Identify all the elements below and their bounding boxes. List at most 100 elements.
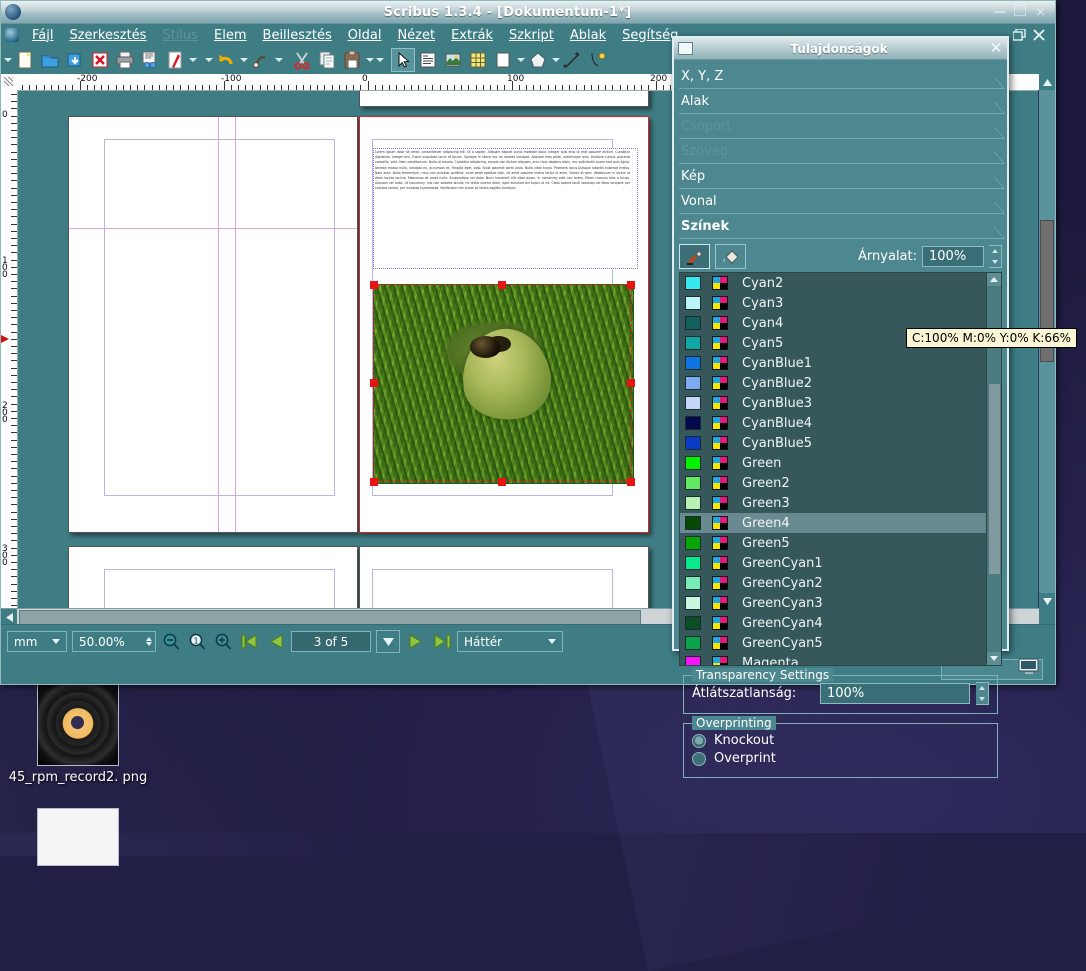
previous-page-icon[interactable] (265, 631, 286, 652)
next-page-icon[interactable] (405, 631, 426, 652)
tint-input[interactable]: 100% (922, 246, 984, 267)
properties-close-button[interactable]: ✕ (985, 41, 1007, 56)
section-xyz[interactable]: X, Y, Z (679, 64, 1006, 89)
menu-ablak[interactable]: Ablak (562, 26, 614, 45)
insert-line-icon[interactable] (561, 48, 585, 72)
menu-oldal[interactable]: Oldal (340, 26, 390, 45)
new-document-icon[interactable] (13, 48, 37, 72)
document-menu-icon[interactable] (5, 28, 19, 42)
cut-icon[interactable] (290, 48, 314, 72)
close-button[interactable]: × (1035, 5, 1046, 20)
toolbar-handle-icon[interactable] (3, 49, 12, 71)
frog-image-frame[interactable] (373, 284, 634, 484)
color-row[interactable]: Cyan2 (680, 273, 1001, 293)
unit-select[interactable]: mm (7, 631, 67, 652)
print-icon[interactable] (113, 48, 137, 72)
menu-beillesztes[interactable]: Beillesztés (255, 26, 340, 45)
minimize-button[interactable] (994, 5, 1006, 20)
undo-icon[interactable] (214, 48, 238, 72)
resize-handle-ne[interactable] (627, 281, 635, 289)
resize-handle-e[interactable] (627, 379, 635, 387)
open-document-icon[interactable] (38, 48, 62, 72)
scroll-left-button[interactable] (1, 609, 17, 625)
menu-elem[interactable]: Elem (206, 26, 255, 45)
color-row[interactable]: GreenCyan2 (680, 573, 1001, 593)
zoom-out-icon[interactable] (161, 631, 182, 652)
color-row[interactable]: CyanBlue3 (680, 393, 1001, 413)
insert-image-frame-icon[interactable] (441, 48, 465, 72)
insert-polygon-dropdown-icon[interactable] (551, 49, 560, 71)
redo-dropdown-icon[interactable] (274, 49, 283, 71)
zoom-100-icon[interactable]: 1 (187, 631, 208, 652)
color-row[interactable]: Green5 (680, 533, 1001, 553)
color-row[interactable]: CyanBlue5 (680, 433, 1001, 453)
insert-table-icon[interactable] (466, 48, 490, 72)
section-vonal[interactable]: Vonal (679, 189, 1006, 214)
section-szinek[interactable]: Színek (679, 214, 1006, 239)
color-row[interactable]: CyanBlue1 (680, 353, 1001, 373)
opacity-spinner[interactable] (976, 682, 989, 705)
tint-spinner[interactable] (989, 245, 1002, 268)
color-list-scroll-down[interactable] (987, 652, 1001, 665)
resize-handle-s[interactable] (498, 478, 506, 486)
maximize-button[interactable] (1014, 4, 1027, 20)
canvas-vertical-scrollbar[interactable] (1038, 90, 1055, 609)
ruler-origin[interactable] (1, 74, 18, 91)
page-left[interactable] (68, 116, 358, 533)
resize-handle-sw[interactable] (370, 478, 378, 486)
resize-handle-n[interactable] (498, 281, 506, 289)
resize-handle-nw[interactable] (370, 281, 378, 289)
resize-handle-w[interactable] (370, 379, 378, 387)
preview-mode-icon[interactable] (1017, 656, 1043, 678)
insert-shape-dropdown-icon[interactable] (516, 49, 525, 71)
desktop-icon-second[interactable] (0, 808, 158, 866)
radio-knockout[interactable]: Knockout (692, 733, 989, 748)
radio-overprint[interactable]: Overprint (692, 751, 989, 766)
redo-icon[interactable] (249, 48, 273, 72)
scroll-up-button[interactable] (1039, 74, 1055, 90)
color-list-scroll-up[interactable] (987, 273, 1001, 286)
color-row[interactable]: Cyan3 (680, 293, 1001, 313)
scroll-down-button[interactable] (1039, 593, 1055, 609)
paste-icon[interactable] (340, 48, 364, 72)
color-row[interactable]: Green3 (680, 493, 1001, 513)
copy-icon[interactable] (315, 48, 339, 72)
section-alak[interactable]: Alak (679, 89, 1006, 114)
color-row[interactable]: Green2 (680, 473, 1001, 493)
close-document-icon[interactable] (88, 48, 112, 72)
color-row[interactable]: GreenCyan1 (680, 553, 1001, 573)
vertical-ruler[interactable]: 0 100 200 300 (1, 90, 18, 609)
section-kep[interactable]: Kép (679, 164, 1006, 189)
opacity-input[interactable]: 100% (820, 683, 970, 704)
color-row[interactable]: GreenCyan4 (680, 613, 1001, 633)
first-page-icon[interactable] (239, 631, 260, 652)
mdi-close-button[interactable] (1033, 29, 1045, 45)
color-row[interactable]: GreenCyan5 (680, 633, 1001, 653)
select-item-icon[interactable] (391, 48, 415, 72)
color-row[interactable]: CyanBlue4 (680, 413, 1001, 433)
menu-extrak[interactable]: Extrák (443, 26, 501, 45)
last-page-icon[interactable] (431, 631, 452, 652)
insert-text-frame-icon[interactable] (416, 48, 440, 72)
insert-bezier-icon[interactable] (586, 48, 610, 72)
undo-dropdown-handle-icon[interactable] (204, 49, 213, 71)
menu-fajl[interactable]: Fájl (24, 26, 61, 45)
page-select-dropdown[interactable] (376, 630, 400, 653)
insert-polygon-icon[interactable] (526, 48, 550, 72)
paste-dropdown-icon[interactable] (375, 49, 384, 71)
text-frame[interactable] (373, 148, 638, 269)
color-list-scrollbar-thumb[interactable] (988, 383, 1001, 575)
color-row[interactable]: Magenta (680, 653, 1001, 665)
page-below-left[interactable] (68, 546, 358, 608)
fill-color-icon[interactable] (715, 244, 746, 269)
mdi-restore-button[interactable] (1012, 28, 1026, 45)
desktop-icon-45-rpm-record2[interactable]: 45_rpm_record2. png (0, 684, 158, 785)
insert-shape-icon[interactable] (491, 48, 515, 72)
page-above[interactable] (359, 91, 649, 107)
paste-dropdown-handle-icon[interactable] (365, 49, 374, 71)
zoom-level-input[interactable]: 50.00% (72, 631, 156, 652)
print-preview-icon[interactable] (138, 48, 162, 72)
page-below-right[interactable] (359, 546, 649, 608)
menu-nezet[interactable]: Nézet (389, 26, 443, 45)
undo-dropdown-icon[interactable] (239, 49, 248, 71)
